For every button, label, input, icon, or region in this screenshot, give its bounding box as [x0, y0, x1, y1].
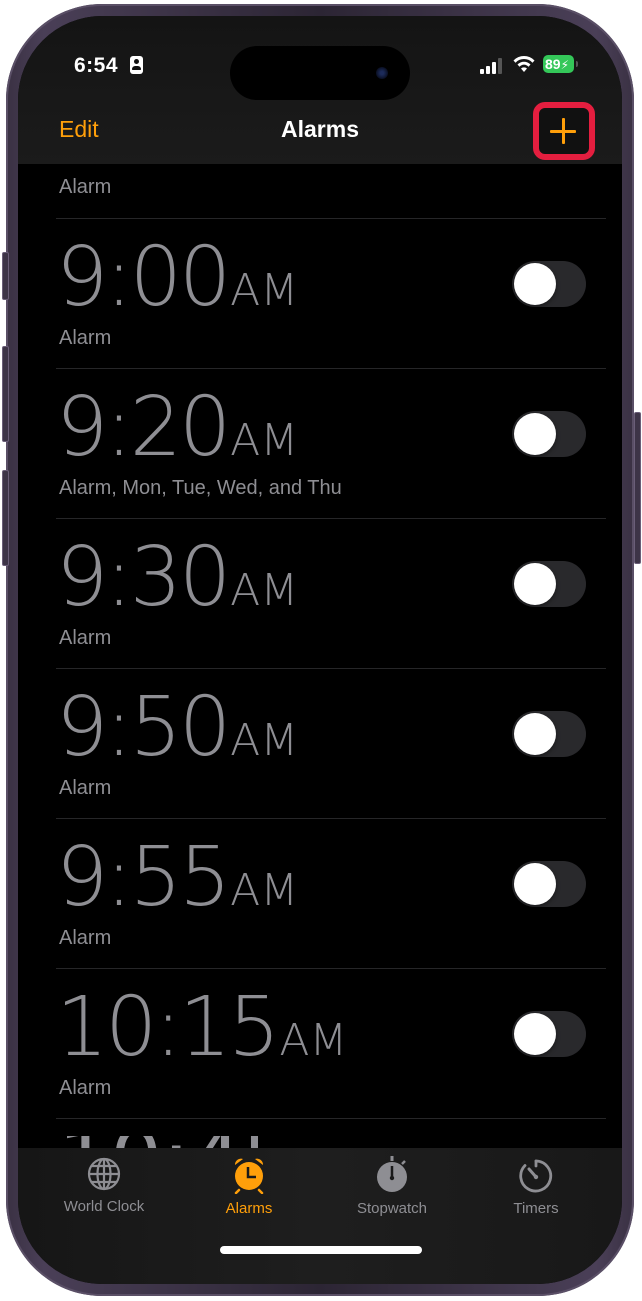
alarm-toggle[interactable] [512, 261, 586, 307]
cellular-signal-icon [480, 58, 506, 74]
alarm-toggle[interactable] [512, 711, 586, 757]
partial-alarm-time: 10:45 [58, 1136, 258, 1148]
alarm-time: 9:50AM [56, 680, 299, 775]
tab-stopwatch[interactable]: Stopwatch [322, 1156, 462, 1217]
toggle-knob [514, 1013, 556, 1055]
alarm-clock-icon [234, 1158, 264, 1194]
toggle-knob [514, 563, 556, 605]
toggle-knob [514, 713, 556, 755]
alarm-toggle[interactable] [512, 561, 586, 607]
battery-icon: 89⚡ [543, 55, 578, 73]
alarm-label: Alarm [59, 327, 112, 349]
alarm-label: Alarm [59, 627, 112, 649]
tab-label: Alarms [225, 1200, 273, 1217]
contact-card-icon [130, 56, 143, 74]
alarm-label: Alarm [59, 1077, 112, 1099]
alarm-toggle[interactable] [512, 861, 586, 907]
tab-label: Timers [513, 1200, 559, 1217]
alarm-row[interactable]: 9:50AM Alarm [18, 669, 622, 819]
page-title: Alarms [281, 116, 359, 142]
dynamic-island [230, 46, 410, 100]
screen: 6:54 89⚡ Edit Alarms Alarm 9:00AM Alarm … [18, 16, 622, 1284]
stopwatch-icon [377, 1156, 407, 1192]
alarm-row[interactable]: 9:00AM Alarm [18, 219, 622, 369]
alarm-toggle[interactable] [512, 1011, 586, 1057]
alarm-row[interactable]: 9:30AM Alarm [18, 519, 622, 669]
alarm-row[interactable]: 10:15AM Alarm [18, 969, 622, 1119]
alarm-label: Alarm [59, 927, 112, 949]
side-power-button [634, 412, 641, 564]
tab-world-clock[interactable]: World Clock [34, 1156, 174, 1215]
alarm-time: 9:30AM [56, 530, 299, 625]
toggle-knob [514, 263, 556, 305]
volume-down-button [2, 470, 9, 566]
tab-label: World Clock [63, 1198, 145, 1215]
timer-icon [519, 1159, 553, 1193]
camera-icon [376, 67, 388, 79]
charging-bolt-icon: ⚡ [560, 58, 570, 72]
status-time: 6:54 [74, 54, 119, 77]
tab-bar: World Clock Alarms Stopwatch Timers [18, 1148, 622, 1284]
tab-alarms[interactable]: Alarms [179, 1156, 319, 1217]
toggle-knob [514, 413, 556, 455]
divider [56, 1118, 606, 1119]
alarm-time: 9:00AM [56, 230, 299, 325]
globe-icon [87, 1157, 121, 1191]
alarm-row[interactable]: 9:20AM Alarm, Mon, Tue, Wed, and Thu [18, 369, 622, 519]
wifi-icon [513, 56, 535, 72]
alarm-label: Alarm [59, 777, 112, 799]
alarm-toggle[interactable] [512, 411, 586, 457]
alarm-row[interactable]: 9:55AM Alarm [18, 819, 622, 969]
alarm-label: Alarm, Mon, Tue, Wed, and Thu [59, 477, 342, 499]
alarm-time: 10:15AM [56, 980, 348, 1075]
alarm-label: Alarm [59, 176, 112, 198]
alarm-time: 9:55AM [56, 830, 299, 925]
battery-level: 89 [545, 56, 561, 72]
volume-up-button [2, 346, 9, 442]
tab-timers[interactable]: Timers [466, 1156, 606, 1217]
add-alarm-button[interactable] [548, 116, 578, 146]
tab-label: Stopwatch [356, 1200, 428, 1217]
alarm-time: 9:20AM [56, 380, 299, 475]
action-button [2, 252, 9, 300]
toggle-knob [514, 863, 556, 905]
home-indicator[interactable] [220, 1246, 422, 1254]
